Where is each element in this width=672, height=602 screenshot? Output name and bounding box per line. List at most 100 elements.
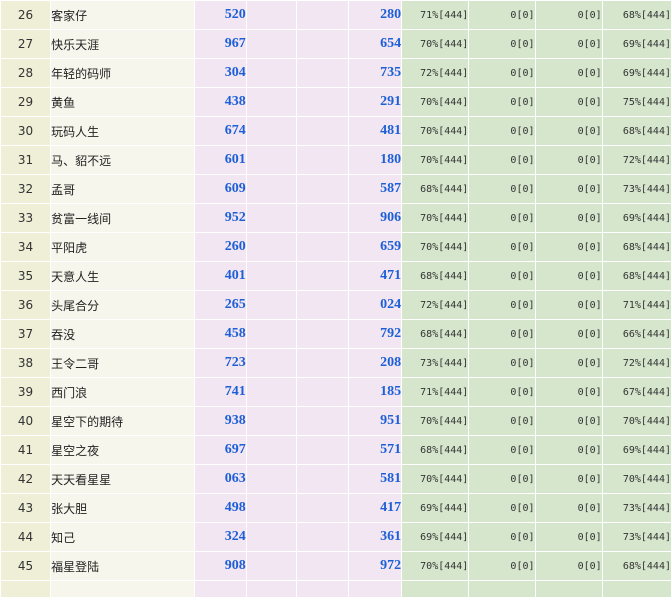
number-a-cell: 952 xyxy=(193,203,247,233)
rank-cell: 42 xyxy=(0,464,52,494)
empty-cell xyxy=(295,464,349,494)
zero-a-cell: 0[0] xyxy=(468,232,536,262)
empty-cell xyxy=(295,29,349,59)
table-row: 26 客家仔 520 280 71%[444] 0[0] 0[0] 68%[444] xyxy=(0,0,672,30)
number-b-cell: 185 xyxy=(347,377,403,407)
zero-b-cell: 0[0] xyxy=(534,348,603,378)
empty-cell xyxy=(295,522,349,552)
empty-cell xyxy=(245,493,297,523)
empty-cell xyxy=(245,261,297,291)
empty-cell xyxy=(245,232,297,262)
user-name-cell: 年轻的码师 xyxy=(50,58,195,88)
zero-b-cell: 0[0] xyxy=(534,145,603,175)
number-a-cell: 908 xyxy=(193,551,247,581)
number-a-cell: 967 xyxy=(193,29,247,59)
rate-a-cell: 68%[444] xyxy=(401,174,470,204)
table-row: 32 孟哥 609 587 68%[444] 0[0] 0[0] 73%[444] xyxy=(0,174,672,204)
user-name-cell: 黄鱼 xyxy=(50,87,195,117)
zero-a-cell: 0[0] xyxy=(468,551,536,581)
rate-b-cell: 73%[444] xyxy=(601,174,672,204)
empty-cell xyxy=(295,203,349,233)
rank-cell: 29 xyxy=(0,87,52,117)
rate-b-cell: 68%[444] xyxy=(601,261,672,291)
table-row-partial xyxy=(0,580,672,598)
number-a-cell: 938 xyxy=(193,406,247,436)
rank-cell: 28 xyxy=(0,58,52,88)
rate-b-cell: 69%[444] xyxy=(601,203,672,233)
user-name-cell: 马、貂不远 xyxy=(50,145,195,175)
zero-b-cell: 0[0] xyxy=(534,551,603,581)
rate-a-cell xyxy=(401,580,470,598)
rate-b-cell: 72%[444] xyxy=(601,348,672,378)
rate-a-cell: 68%[444] xyxy=(401,319,470,349)
empty-cell xyxy=(295,493,349,523)
ranking-table-body: 26 客家仔 520 280 71%[444] 0[0] 0[0] 68%[444] 27 快乐天… xyxy=(0,0,672,598)
rate-a-cell: 70%[444] xyxy=(401,116,470,146)
zero-b-cell: 0[0] xyxy=(534,435,603,465)
empty-cell xyxy=(245,145,297,175)
empty-cell xyxy=(295,580,349,598)
number-a-cell: 520 xyxy=(193,0,247,30)
number-b-cell: 792 xyxy=(347,319,403,349)
user-name-cell: 西门浪 xyxy=(50,377,195,407)
rate-a-cell: 70%[444] xyxy=(401,464,470,494)
table-row: 43 张大胆 498 417 69%[444] 0[0] 0[0] 73%[444] xyxy=(0,493,672,523)
user-name-cell: 孟哥 xyxy=(50,174,195,204)
empty-cell xyxy=(295,116,349,146)
user-name-cell: 快乐天涯 xyxy=(50,29,195,59)
empty-cell xyxy=(245,464,297,494)
rate-b-cell: 69%[444] xyxy=(601,58,672,88)
zero-b-cell: 0[0] xyxy=(534,261,603,291)
number-a-cell: 723 xyxy=(193,348,247,378)
zero-b-cell: 0[0] xyxy=(534,493,603,523)
rank-cell: 40 xyxy=(0,406,52,436)
table-row: 34 平阳虎 260 659 70%[444] 0[0] 0[0] 68%[444] xyxy=(0,232,672,262)
rate-b-cell: 68%[444] xyxy=(601,0,672,30)
empty-cell xyxy=(245,551,297,581)
user-name-cell: 星空之夜 xyxy=(50,435,195,465)
user-name-cell: 福星登陆 xyxy=(50,551,195,581)
empty-cell xyxy=(295,551,349,581)
table-row: 28 年轻的码师 304 735 72%[444] 0[0] 0[0] 69%[444] xyxy=(0,58,672,88)
rank-cell: 33 xyxy=(0,203,52,233)
rate-a-cell: 70%[444] xyxy=(401,406,470,436)
zero-a-cell: 0[0] xyxy=(468,203,536,233)
empty-cell xyxy=(295,87,349,117)
rate-a-cell: 73%[444] xyxy=(401,348,470,378)
number-a-cell: 609 xyxy=(193,174,247,204)
rate-b-cell: 66%[444] xyxy=(601,319,672,349)
number-b-cell: 280 xyxy=(347,0,403,30)
zero-a-cell: 0[0] xyxy=(468,522,536,552)
zero-b-cell: 0[0] xyxy=(534,464,603,494)
number-a-cell: 260 xyxy=(193,232,247,262)
user-name-cell: 天意人生 xyxy=(50,261,195,291)
number-b-cell: 581 xyxy=(347,464,403,494)
rate-b-cell: 70%[444] xyxy=(601,464,672,494)
number-a-cell: 458 xyxy=(193,319,247,349)
rate-a-cell: 68%[444] xyxy=(401,435,470,465)
rate-b-cell: 72%[444] xyxy=(601,145,672,175)
zero-b-cell: 0[0] xyxy=(534,58,603,88)
rate-a-cell: 70%[444] xyxy=(401,232,470,262)
zero-b-cell: 0[0] xyxy=(534,406,603,436)
empty-cell xyxy=(245,29,297,59)
rate-a-cell: 70%[444] xyxy=(401,87,470,117)
user-name-cell xyxy=(50,580,195,598)
rank-cell: 38 xyxy=(0,348,52,378)
number-a-cell: 601 xyxy=(193,145,247,175)
rate-a-cell: 70%[444] xyxy=(401,29,470,59)
zero-a-cell: 0[0] xyxy=(468,87,536,117)
table-row: 29 黄鱼 438 291 70%[444] 0[0] 0[0] 75%[444] xyxy=(0,87,672,117)
number-b-cell: 587 xyxy=(347,174,403,204)
rank-cell: 39 xyxy=(0,377,52,407)
rank-cell: 27 xyxy=(0,29,52,59)
number-a-cell: 674 xyxy=(193,116,247,146)
rate-a-cell: 70%[444] xyxy=(401,203,470,233)
zero-a-cell: 0[0] xyxy=(468,464,536,494)
table-row: 42 天天看星星 063 581 70%[444] 0[0] 0[0] 70%[444] xyxy=(0,464,672,494)
number-a-cell xyxy=(193,580,247,598)
zero-a-cell: 0[0] xyxy=(468,435,536,465)
zero-b-cell xyxy=(534,580,603,598)
number-b-cell: 951 xyxy=(347,406,403,436)
rate-a-cell: 70%[444] xyxy=(401,145,470,175)
